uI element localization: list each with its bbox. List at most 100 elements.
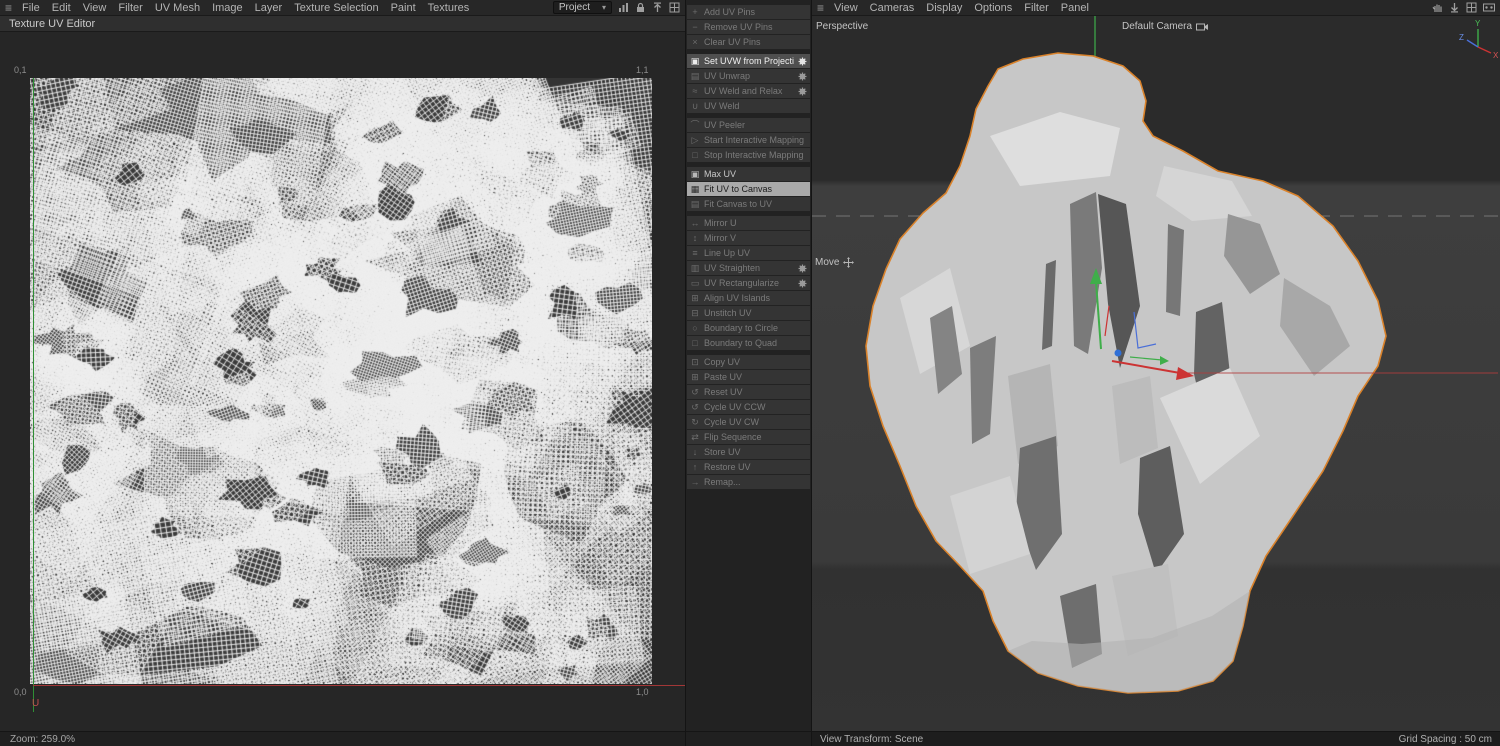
cmd-set-uvw-from-projection[interactable]: ▣ Set UVW from Projection bbox=[687, 54, 810, 68]
cmd-label: Mirror V bbox=[704, 233, 736, 243]
menu-view[interactable]: View bbox=[828, 0, 864, 16]
menu-view[interactable]: View bbox=[77, 0, 113, 16]
paste-icon: ⊞ bbox=[691, 371, 699, 382]
layout-icon[interactable] bbox=[669, 2, 680, 13]
cmd-label: Copy UV bbox=[704, 357, 741, 367]
cmd-reset-uv: ↺ Reset UV bbox=[687, 385, 810, 399]
uv-corner-11: 1,1 bbox=[636, 65, 649, 75]
menu-image[interactable]: Image bbox=[206, 0, 249, 16]
cmd-add-uv-pins: + Add UV Pins bbox=[687, 5, 810, 19]
hamburger-icon[interactable]: ≡ bbox=[5, 2, 12, 14]
axis-z-label: Z bbox=[1459, 33, 1464, 42]
add-pin-icon: + bbox=[692, 6, 698, 17]
uv-editor-pane: ≡ File Edit View Filter UV Mesh Image Layer Tex… bbox=[0, 0, 686, 746]
uv-editor-menubar-right: Project ▾ bbox=[552, 1, 680, 14]
cmd-label: Align UV Islands bbox=[704, 293, 771, 303]
gear-icon[interactable] bbox=[798, 87, 807, 96]
align-islands-icon: ⊞ bbox=[691, 292, 699, 303]
move-tool-name: Move bbox=[815, 257, 840, 268]
cmd-fit-uv-to-canvas[interactable]: ▦ Fit UV to Canvas bbox=[687, 182, 810, 196]
remove-pin-icon: − bbox=[692, 21, 698, 32]
menu-edit[interactable]: Edit bbox=[46, 0, 77, 16]
view-mode-label[interactable]: Perspective bbox=[816, 21, 868, 32]
axis-y-label: Y bbox=[1475, 19, 1481, 28]
cmd-max-uv[interactable]: ▣ Max UV bbox=[687, 167, 810, 181]
snapshot-icon[interactable] bbox=[652, 2, 663, 13]
menu-file[interactable]: File bbox=[16, 0, 46, 16]
hamburger-icon[interactable]: ≡ bbox=[817, 2, 824, 14]
boundary-quad-icon: □ bbox=[692, 337, 698, 348]
cmd-label: Stop Interactive Mapping bbox=[704, 150, 804, 160]
menu-layer[interactable]: Layer bbox=[249, 0, 289, 16]
cmd-label: Add UV Pins bbox=[704, 7, 756, 17]
uv-corner-01: 0,1 bbox=[14, 65, 27, 75]
boundary-circle-icon: ○ bbox=[692, 322, 698, 333]
zoom-status: Zoom: 259.0% bbox=[10, 733, 76, 745]
viewport-scene[interactable]: Y Z X bbox=[812, 16, 1498, 731]
cmd-uv-straighten: ▥ UV Straighten bbox=[687, 261, 810, 275]
menu-textures[interactable]: Textures bbox=[422, 0, 476, 16]
project-dropdown[interactable]: Project ▾ bbox=[552, 1, 612, 14]
grab-icon[interactable] bbox=[1432, 2, 1443, 13]
menu-uv-mesh[interactable]: UV Mesh bbox=[149, 0, 206, 16]
perspective-label: Perspective bbox=[816, 21, 869, 32]
menu-display[interactable]: Display bbox=[920, 0, 968, 16]
u-axis-line bbox=[33, 685, 685, 686]
menu-cameras[interactable]: Cameras bbox=[864, 0, 921, 16]
menu-filter[interactable]: Filter bbox=[1018, 0, 1054, 16]
clear-pin-icon: × bbox=[692, 36, 698, 47]
stats-icon[interactable] bbox=[618, 2, 629, 13]
cmd-label: Boundary to Circle bbox=[704, 323, 779, 333]
menu-paint[interactable]: Paint bbox=[385, 0, 422, 16]
cmd-uv-weld: ∪ UV Weld bbox=[687, 99, 810, 113]
cmd-cycle-uv-ccw: ↺ Cycle UV CCW bbox=[687, 400, 810, 414]
cmd-mirror-u: ↔ Mirror U bbox=[687, 216, 810, 230]
weld-icon: ∪ bbox=[691, 100, 699, 111]
uv-editor-statusbar: Zoom: 259.0% bbox=[0, 731, 685, 746]
cmd-flip-sequence: ⇄ Flip Sequence bbox=[687, 430, 810, 444]
film-icon[interactable] bbox=[1483, 2, 1495, 13]
cmd-label: UV Weld bbox=[704, 101, 740, 111]
cmd-fit-canvas-to-uv: ▤ Fit Canvas to UV bbox=[687, 197, 810, 211]
copy-icon: ⊡ bbox=[691, 356, 699, 367]
start-mapping-icon: ▷ bbox=[691, 134, 699, 145]
gear-icon[interactable] bbox=[798, 264, 807, 273]
gear-icon[interactable] bbox=[798, 57, 807, 66]
unwrap-icon: ▤ bbox=[690, 70, 700, 81]
layout-icon[interactable] bbox=[1466, 2, 1477, 13]
uv-canvas[interactable] bbox=[30, 78, 652, 684]
cmd-align-uv-islands: ⊞ Align UV Islands bbox=[687, 291, 810, 305]
stop-mapping-icon: □ bbox=[692, 149, 698, 160]
minimize-icon[interactable] bbox=[1449, 2, 1460, 13]
cmd-restore-uv: ↑ Restore UV bbox=[687, 460, 810, 474]
menu-panel[interactable]: Panel bbox=[1055, 0, 1095, 16]
cmd-start-interactive-mapping: ▷ Start Interactive Mapping bbox=[687, 133, 810, 147]
menu-filter[interactable]: Filter bbox=[112, 0, 148, 16]
mirror-v-icon: ↕ bbox=[692, 232, 698, 243]
cmd-label: Clear UV Pins bbox=[704, 37, 761, 47]
uv-corner-00: 0,0 bbox=[14, 687, 27, 697]
gear-icon[interactable] bbox=[798, 72, 807, 81]
lineup-icon: ≡ bbox=[692, 247, 698, 258]
cmd-remap: → Remap... bbox=[687, 475, 810, 489]
straighten-icon: ▥ bbox=[690, 262, 700, 273]
menu-texture-selection[interactable]: Texture Selection bbox=[288, 0, 384, 16]
cycle-cw-icon: ↻ bbox=[691, 416, 699, 427]
gizmo-center-handle[interactable] bbox=[1114, 349, 1122, 357]
camera-icon bbox=[1196, 23, 1209, 30]
uv-editor-menu: File Edit View Filter UV Mesh Image Layer Textu… bbox=[16, 0, 475, 16]
lock-icon[interactable] bbox=[635, 2, 646, 13]
cmd-line-up-uv: ≡ Line Up UV bbox=[687, 246, 810, 260]
cmd-boundary-to-circle: ○ Boundary to Circle bbox=[687, 321, 810, 335]
gear-icon[interactable] bbox=[798, 279, 807, 288]
viewport-3d[interactable]: Perspective Default Camera Move Y Z X bbox=[812, 16, 1500, 731]
cmd-label: Line Up UV bbox=[704, 248, 751, 258]
cmd-unstitch-uv: ⊟ Unstitch UV bbox=[687, 306, 810, 320]
axis-x-label: X bbox=[1493, 51, 1498, 60]
restore-icon: ↑ bbox=[692, 461, 698, 472]
cmd-label: Paste UV bbox=[704, 372, 743, 382]
cmd-stop-interactive-mapping: □ Stop Interactive Mapping bbox=[687, 148, 810, 162]
active-camera-label[interactable]: Default Camera bbox=[1122, 21, 1209, 32]
menu-options[interactable]: Options bbox=[968, 0, 1018, 16]
cmd-label: Remove UV Pins bbox=[704, 22, 773, 32]
